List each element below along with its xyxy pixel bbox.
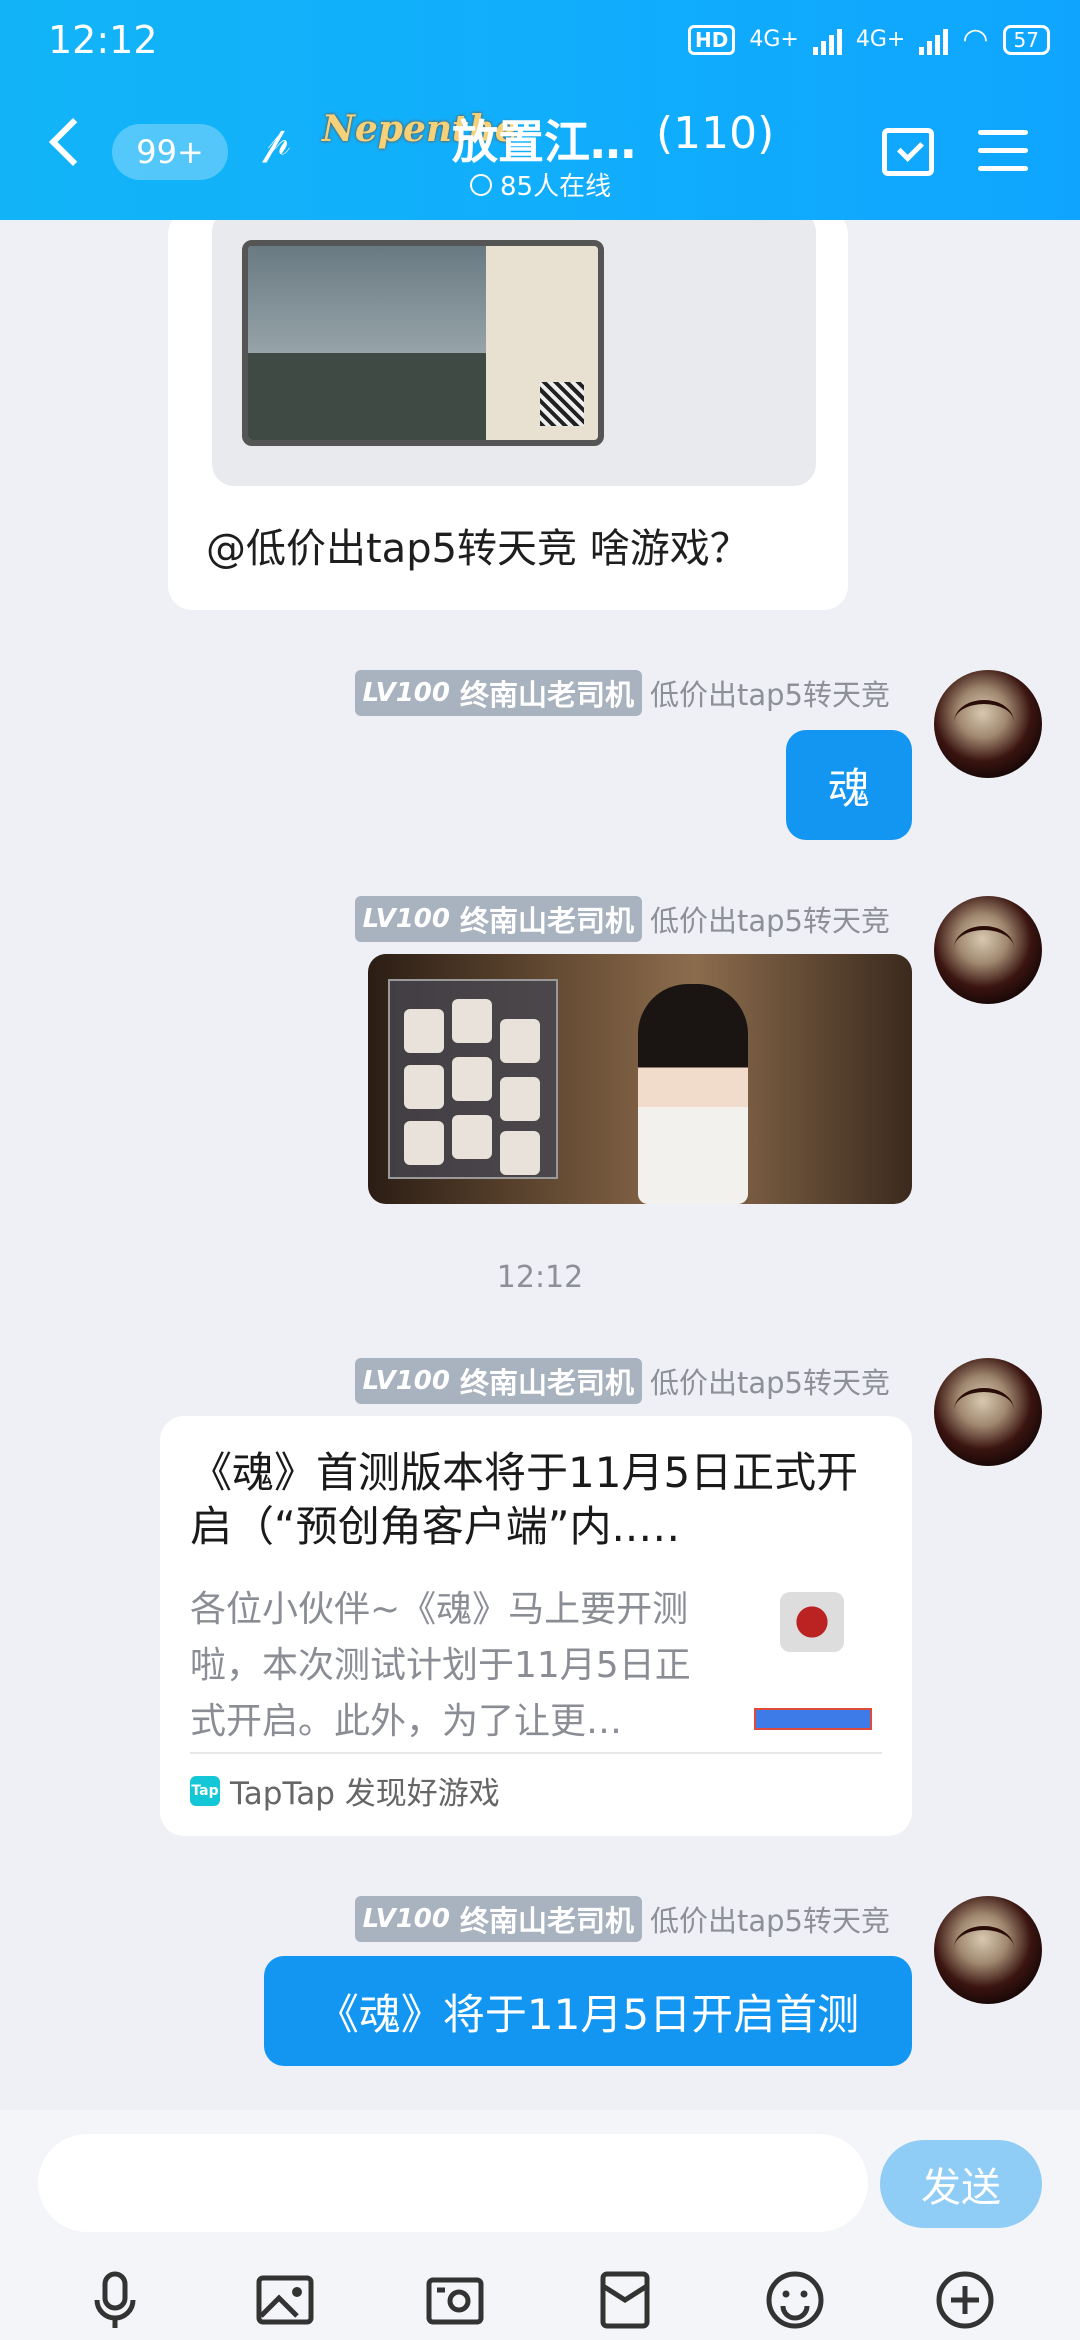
camera-icon[interactable] xyxy=(423,2268,487,2332)
message-bubble[interactable]: 《魂》将于11月5日开启首测 xyxy=(264,1956,912,2066)
battery-icon: 57 xyxy=(1002,24,1050,55)
image-icon[interactable] xyxy=(253,2268,317,2332)
emoji-icon[interactable] xyxy=(763,2268,827,2332)
hd-icon: HD xyxy=(688,24,736,55)
plus-icon[interactable] xyxy=(933,2268,997,2332)
game-screenshot-image[interactable] xyxy=(368,954,912,1204)
avatar[interactable] xyxy=(934,1896,1042,2004)
level-badge: LV100 终南山老司机 xyxy=(354,896,642,942)
quoted-message-card[interactable]: @低价出tap5转天竞 啥游戏？ xyxy=(168,220,848,610)
signal-icon xyxy=(812,25,842,55)
taptap-icon: Tap xyxy=(190,1775,220,1806)
network-label-2: 4G+ xyxy=(855,27,906,52)
unread-badge[interactable]: 99+ xyxy=(112,124,228,180)
source-text: TapTap 发现好游戏 xyxy=(230,1776,500,1812)
avatar[interactable] xyxy=(934,896,1042,1004)
avatar[interactable] xyxy=(934,1358,1042,1466)
wifi-icon: ◠ xyxy=(962,22,989,57)
sender-name: 低价出tap5转天竞 xyxy=(649,678,890,712)
chat-header: 12:12 HD 4G+ 4G+ ◠ 57 99+ 𝓅 Nepenthe 放置江… xyxy=(0,0,1080,220)
sender-info: LV100 终南山老司机 低价出tap5转天竞 xyxy=(354,670,890,716)
status-time: 12:12 xyxy=(48,18,158,62)
thumbnail-button xyxy=(754,1708,872,1730)
online-text: 85人在线 xyxy=(500,172,612,202)
menu-icon[interactable] xyxy=(978,130,1028,172)
sender-info: LV100 终南山老司机 低价出tap5转天竞 xyxy=(354,1358,890,1404)
sender-name: 低价出tap5转天竞 xyxy=(649,1366,890,1400)
qr-code xyxy=(540,382,584,426)
divider xyxy=(190,1752,882,1754)
quoted-image-preview[interactable] xyxy=(212,220,816,486)
game-app-icon xyxy=(780,1592,844,1652)
message-bubble[interactable]: 魂 xyxy=(786,730,912,840)
network-label-1: 4G+ xyxy=(749,27,799,52)
link-thumbnail xyxy=(744,1592,882,1740)
character-figure xyxy=(638,984,748,1204)
game-poster-image[interactable] xyxy=(242,240,604,446)
sender-info: LV100 终南山老司机 低价出tap5转天竞 xyxy=(354,1896,890,1942)
avatar[interactable] xyxy=(934,670,1042,778)
online-status: 85人在线 xyxy=(470,166,611,203)
ear-icon[interactable]: 𝓅 xyxy=(262,118,291,164)
sender-info: LV100 终南山老司机 低价出tap5转天竞 xyxy=(354,896,890,942)
back-arrow-icon[interactable] xyxy=(48,117,98,167)
signal-icon-2 xyxy=(919,25,949,55)
member-count[interactable]: (110) xyxy=(656,108,774,159)
link-share-card[interactable]: 《魂》首测版本将于11月5日正式开启（“预创角客户端”内..… 各位小伙伴~《魂… xyxy=(160,1416,912,1836)
microphone-icon[interactable] xyxy=(83,2268,147,2332)
input-toolbar xyxy=(0,2260,1080,2340)
level-badge: LV100 终南山老司机 xyxy=(354,1896,642,1942)
send-button[interactable]: 发送 xyxy=(880,2140,1042,2228)
chat-area[interactable]: @低价出tap5转天竞 啥游戏？ LV100 终南山老司机 低价出tap5转天竞 … xyxy=(0,220,1080,2110)
link-title: 《魂》首测版本将于11月5日正式开启（“预创角客户端”内..… xyxy=(190,1448,859,1551)
message-timestamp: 12:12 xyxy=(496,1260,584,1295)
message-text: @低价出tap5转天竞 啥游戏？ xyxy=(206,526,750,572)
calendar-check-icon[interactable] xyxy=(882,128,934,176)
sender-name: 低价出tap5转天竞 xyxy=(649,904,890,938)
message-input[interactable] xyxy=(38,2134,868,2232)
link-source: Tap TapTap 发现好游戏 xyxy=(190,1768,500,1813)
online-icon xyxy=(470,173,492,196)
red-packet-icon[interactable] xyxy=(593,2268,657,2332)
sender-name: 低价出tap5转天竞 xyxy=(649,1904,890,1938)
input-bar: 发送 xyxy=(0,2110,1080,2340)
level-badge: LV100 终南山老司机 xyxy=(354,1358,642,1404)
link-description: 各位小伙伴~《魂》马上要开测啦，本次测试计划于11月5日正式开启。此外，为了让更… xyxy=(190,1589,691,1742)
character-selector xyxy=(388,979,558,1179)
level-badge: LV100 终南山老司机 xyxy=(354,670,642,716)
status-icons: HD 4G+ 4G+ ◠ 57 xyxy=(688,22,1050,57)
group-name[interactable]: 放置江… xyxy=(452,106,636,172)
